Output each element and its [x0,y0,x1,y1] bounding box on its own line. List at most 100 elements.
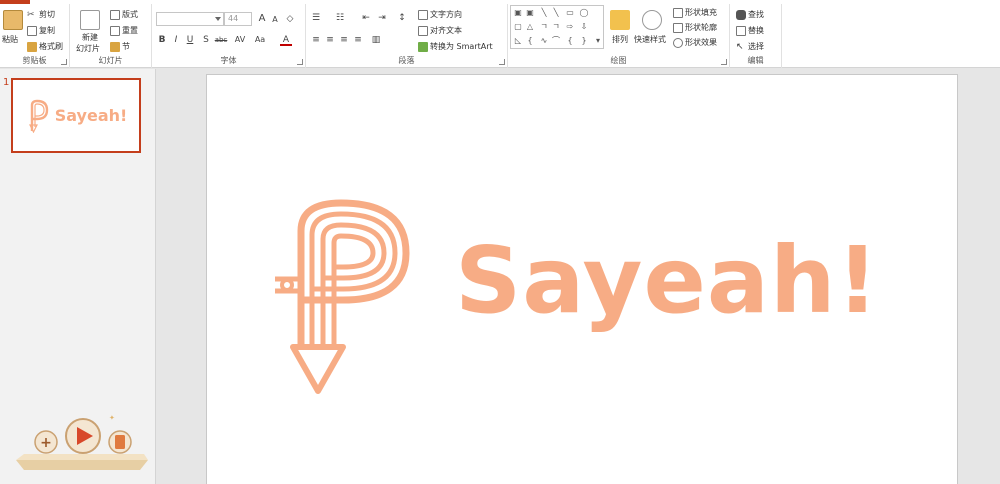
quick-styles-button[interactable]: 快速样式 [634,34,666,45]
align-left-icon[interactable]: ≡ [310,34,322,46]
arrow-line-shape-icon[interactable]: ╲ [551,8,561,17]
align-text-label: 对齐文本 [430,26,462,35]
arrange-button[interactable]: 排列 [612,34,628,45]
format-painter-button[interactable]: 格式刷 [27,41,63,52]
line-spacing-icon[interactable]: ↕ [396,12,408,24]
new-slide-button-line2[interactable]: 幻灯片 [76,43,100,54]
cut-label: 剪切 [39,10,55,19]
reset-label: 重置 [122,26,138,35]
cut-button[interactable]: ✂ 剪切 [27,9,55,20]
change-case-button[interactable]: Aa [252,34,268,46]
slide-canvas[interactable]: Sayeah! [206,74,958,484]
align-center-icon[interactable]: ≡ [324,34,336,46]
shape-fill-button[interactable]: 形状填充 [673,7,717,18]
font-group: 44 A A ◇ B I U S abc AV Aa A 字体 [152,4,306,68]
left-brace-shape-icon[interactable]: { [525,36,535,45]
italic-button[interactable]: I [170,34,182,46]
slide-editing-area: Sayeah! [157,69,1000,484]
section-icon [110,41,120,52]
bullets-icon[interactable]: ☰ [310,12,322,24]
text-direction-icon [418,9,428,20]
increase-indent-icon[interactable]: ⇥ [376,12,388,24]
rectangle-shape-icon[interactable]: ▭ [565,8,575,17]
logo-mark-icon [28,99,48,133]
paste-button[interactable]: 粘贴 [2,34,18,45]
arc-shape-icon[interactable]: ⌒ [551,36,561,45]
shape-effects-button[interactable]: 形状效果 [673,37,717,48]
copy-button[interactable]: 复制 [27,25,55,36]
right-arrow-shape-icon[interactable]: ⇨ [565,22,575,31]
shapes-gallery[interactable]: ▣ ▣ ╲ ╲ ▭ ◯ ▢ △ ㄱ ㄱ ⇨ ⇩ ◺ { ∿ ⌒ { } ▾ [510,5,604,49]
slide-thumbnail[interactable]: Sayeah! [11,78,141,153]
find-button[interactable]: 查找 [736,9,764,20]
clipboard-launcher[interactable] [61,59,67,65]
drawing-launcher[interactable] [721,59,727,65]
svg-text:+: + [40,435,52,451]
font-name-combo[interactable] [156,12,224,26]
pen-icon [673,22,683,33]
brace-open-shape-icon[interactable]: { [565,36,575,45]
svg-text:✦: ✦ [109,414,115,422]
layout-icon [110,9,120,20]
bold-button[interactable]: B [156,34,168,46]
section-button[interactable]: 节 [110,41,130,52]
vertical-textbox-shape-icon[interactable]: ▣ [525,8,535,17]
oval-shape-icon[interactable]: ◯ [579,8,589,17]
triangle-shape-icon[interactable]: △ [525,22,535,31]
text-direction-label: 文字方向 [430,10,462,19]
editing-group: 查找 替换 ↖ 选择 编辑 [730,4,782,68]
section-label: 节 [122,42,130,51]
text-direction-button[interactable]: 文字方向 [418,9,462,20]
paragraph-group-label: 段落 [398,56,415,65]
elbow-connector-icon[interactable]: ㄱ [539,22,549,31]
smartart-button[interactable]: 转换为 SmartArt [418,41,493,52]
slides-group: 新建 幻灯片 版式 重置 节 幻灯片 [70,4,152,68]
pencil-p-logo-icon [275,199,410,394]
layout-button[interactable]: 版式 [110,9,138,20]
line-shape-icon[interactable]: ╲ [539,8,549,17]
select-button[interactable]: ↖ 选择 [736,41,764,52]
grow-font-button[interactable]: A [256,13,268,25]
shape-outline-button[interactable]: 形状轮廓 [673,22,717,33]
underline-button[interactable]: U [184,34,196,46]
shadow-button[interactable]: S [200,34,212,46]
reset-button[interactable]: 重置 [110,25,138,36]
new-slide-button-line1[interactable]: 新建 [82,32,98,43]
justify-icon[interactable]: ≡ [352,34,364,46]
down-arrow-shape-icon[interactable]: ⇩ [579,22,589,31]
font-size-combo[interactable]: 44 [224,12,252,26]
arrange-icon[interactable] [610,10,630,30]
new-slide-icon[interactable] [80,10,100,30]
strikethrough-button[interactable]: abc [212,34,230,46]
shrink-font-button[interactable]: A [269,14,281,26]
textbox-shape-icon[interactable]: ▣ [513,8,523,17]
curve-shape-icon[interactable]: ∿ [539,36,549,45]
replace-button[interactable]: 替换 [736,25,764,36]
more-shapes-chevron-icon[interactable]: ▾ [593,36,603,45]
thumbnail-logo-text: Sayeah! [54,106,128,125]
paste-icon[interactable] [3,10,23,30]
decrease-indent-icon[interactable]: ⇤ [360,12,372,24]
rounded-rect-shape-icon[interactable]: ▢ [513,22,523,31]
binoculars-icon [736,9,746,20]
columns-icon[interactable]: ▥ [370,34,382,46]
quick-styles-icon[interactable] [642,10,662,30]
brace-close-shape-icon[interactable]: } [579,36,589,45]
scissors-icon: ✂ [27,9,35,20]
clipboard-group: 粘贴 ✂ 剪切 复制 格式刷 剪贴板 [0,4,70,68]
elbow-arrow-icon[interactable]: ㄱ [551,22,561,31]
numbering-icon[interactable]: ☷ [334,12,346,24]
paragraph-launcher[interactable] [499,59,505,65]
smartart-icon [418,41,428,52]
app-window: 粘贴 ✂ 剪切 复制 格式刷 剪贴板 新建 幻灯片 版式 重置 节 幻灯片 44 … [0,0,1000,484]
align-right-icon[interactable]: ≡ [338,34,350,46]
char-spacing-button[interactable]: AV [232,34,248,46]
freeform-shape-icon[interactable]: ◺ [513,36,523,45]
font-color-button[interactable]: A [280,34,292,46]
slide-thumbnail-panel: 1 Sayeah! + ✦ [0,69,156,484]
slides-group-label: 幻灯片 [98,56,123,65]
align-text-button[interactable]: 对齐文本 [418,25,462,36]
clear-format-icon[interactable]: ◇ [284,13,296,25]
copy-icon [27,25,37,36]
font-launcher[interactable] [297,59,303,65]
